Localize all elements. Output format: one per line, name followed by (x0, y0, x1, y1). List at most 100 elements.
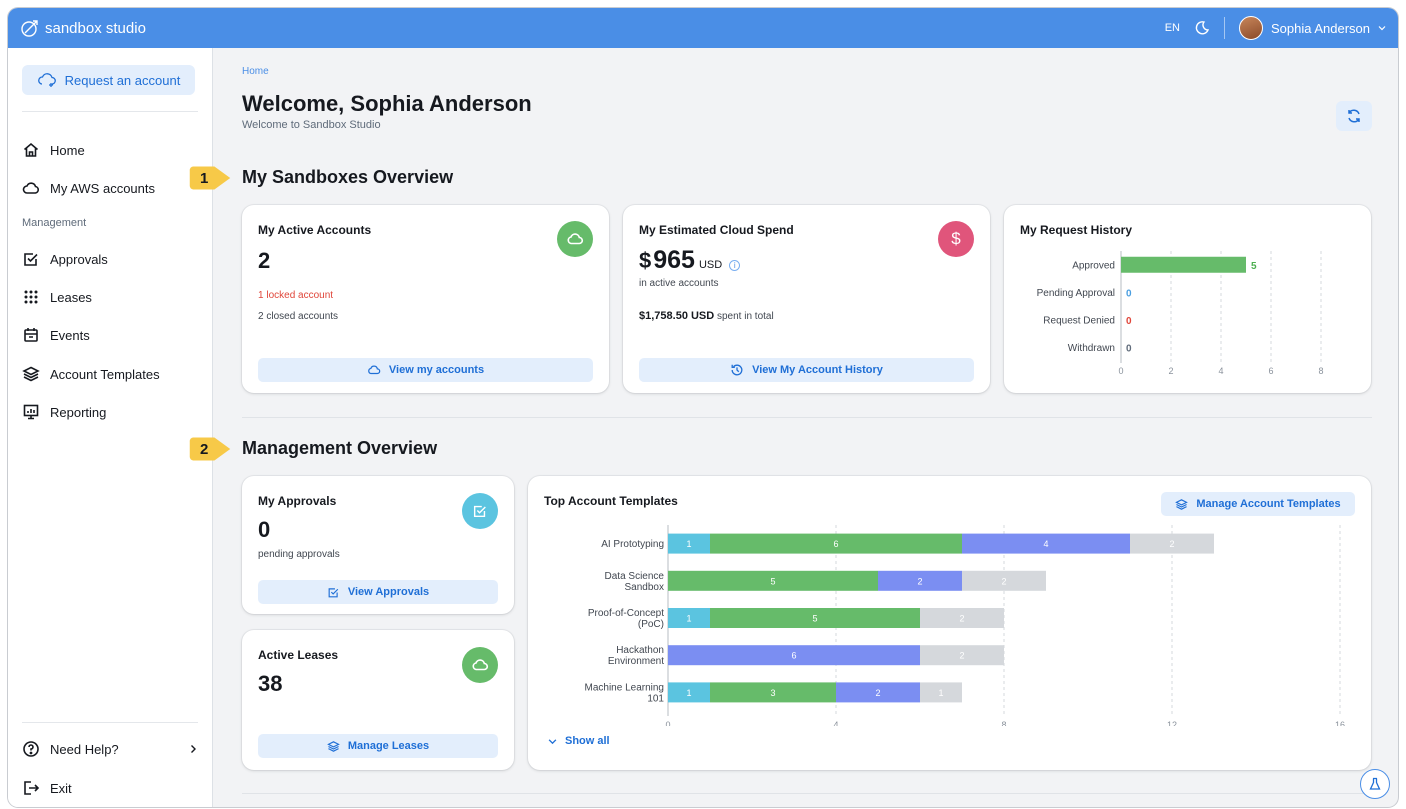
data-label: 2 (875, 688, 880, 698)
data-label: 2 (917, 576, 922, 586)
sidebar-item-reporting[interactable]: Reporting (22, 403, 106, 421)
data-label: 3 (770, 688, 775, 698)
sidebar-item-account-templates[interactable]: Account Templates (22, 365, 160, 383)
x-tick-label: 2 (1168, 366, 1173, 376)
callout-marker-1: 1 (188, 166, 232, 190)
checkbox-icon (473, 505, 486, 518)
user-menu[interactable]: Sophia Anderson (1238, 16, 1386, 40)
sidebar-item-need-help[interactable]: Need Help? (22, 740, 198, 758)
section-title-sandboxes: My Sandboxes Overview (242, 167, 454, 187)
help-circle-icon (23, 741, 39, 757)
spend-value: 965 (653, 246, 695, 274)
presentation-chart-icon (23, 404, 39, 420)
sidebar-divider (22, 722, 198, 723)
top-templates-card: Top Account Templates Manage Account Tem… (528, 476, 1371, 770)
section-divider (242, 417, 1372, 418)
manage-account-templates-button[interactable]: Manage Account Templates (1161, 492, 1355, 516)
breadcrumb[interactable]: Home (242, 66, 269, 77)
callout-number: 2 (200, 441, 209, 458)
data-label: 0 (1126, 288, 1132, 299)
view-account-history-button[interactable]: View My Account History (639, 358, 974, 382)
y-tick-label: Machine Learning 101 (585, 682, 665, 704)
active-accounts-card: My Active Accounts 2 1 locked account 2 … (242, 205, 609, 393)
app-window: sandbox studio EN Sophia Anderson Reques… (8, 8, 1398, 807)
refresh-button[interactable] (1336, 101, 1372, 131)
data-label: 5 (1251, 261, 1257, 272)
data-label: 1 (686, 539, 691, 549)
locked-count: 1 (258, 290, 264, 301)
closed-accounts-line: 2 closed accounts (258, 311, 338, 322)
show-all-label: Show all (565, 735, 610, 747)
sidebar-section-label: Management (22, 217, 87, 229)
data-label: 0 (1126, 316, 1132, 327)
x-tick-label: 8 (1318, 366, 1323, 376)
view-my-accounts-button[interactable]: View my accounts (258, 358, 593, 382)
card-title: My Estimated Cloud Spend (639, 223, 794, 237)
y-tick-label: Withdrawn (1068, 343, 1115, 354)
button-label: Manage Account Templates (1196, 498, 1341, 510)
callout-shape (189, 166, 231, 190)
active-leases-card: Active Leases 38 Manage Leases (242, 630, 514, 770)
sidebar-item-events[interactable]: Events (22, 326, 90, 344)
dark-mode-icon[interactable] (1194, 20, 1210, 36)
sidebar-divider (22, 111, 198, 112)
button-label: View Approvals (347, 586, 430, 598)
sidebar-item-exit[interactable]: Exit (22, 779, 72, 797)
card-title: Top Account Templates (544, 494, 678, 508)
flask-button[interactable] (1360, 769, 1390, 799)
x-tick-label: 0 (1118, 366, 1123, 376)
sidebar-item-label: Need Help? (50, 741, 119, 757)
grid-dots-icon (24, 290, 38, 304)
sidebar-item-approvals[interactable]: Approvals (22, 250, 108, 268)
callout-number: 1 (200, 170, 209, 187)
request-account-button[interactable]: Request an account (22, 65, 195, 95)
dollar-badge: $ (938, 221, 974, 257)
sidebar-item-aws-accounts[interactable]: My AWS accounts (22, 179, 155, 197)
user-name: Sophia Anderson (1270, 20, 1370, 36)
dollar-icon: $ (951, 229, 961, 248)
manage-leases-button[interactable]: Manage Leases (258, 734, 498, 758)
info-icon[interactable]: i (729, 260, 741, 271)
button-label: Manage Leases (347, 740, 430, 752)
page-title: Welcome, Sophia Anderson (242, 91, 532, 116)
data-label: 1 (686, 614, 691, 624)
flask-icon (1369, 777, 1381, 790)
sidebar-item-leases[interactable]: Leases (22, 288, 92, 306)
main-content: Home Welcome, Sophia Anderson Welcome to… (189, 48, 1398, 807)
exit-icon (24, 781, 40, 795)
cloud-icon (567, 233, 584, 245)
approvals-card: My Approvals 0 pending approvals View Ap… (242, 476, 514, 614)
cloud-badge (557, 221, 593, 257)
approvals-count: 0 (258, 517, 271, 542)
sidebar-item-label: Account Templates (50, 366, 160, 382)
card-title: My Approvals (258, 494, 337, 508)
layers-icon (22, 366, 40, 382)
sidebar-item-label: Reporting (50, 404, 107, 420)
data-label: 2 (959, 651, 964, 661)
language-selector[interactable]: EN (1165, 22, 1180, 34)
data-label: 2 (1169, 539, 1174, 549)
app-logo[interactable]: sandbox studio (20, 18, 146, 38)
top-templates-chart: 0 4 8 12 16AI Prototyping 1 6 4 2Data Science San… (585, 525, 1345, 726)
spend-note: in active accounts (639, 278, 719, 289)
data-label: 1 (686, 688, 691, 698)
sidebar-item-label: Leases (50, 289, 92, 305)
sidebar-item-label: Home (50, 142, 85, 158)
show-all-link[interactable]: Show all (548, 735, 610, 747)
view-approvals-button[interactable]: View Approvals (258, 580, 498, 604)
locked-label: locked account (266, 290, 334, 301)
sidebar-item-home[interactable]: Home (22, 141, 85, 159)
currency-symbol: $ (639, 248, 652, 273)
x-tick-label: 12 (1167, 720, 1177, 726)
data-label: 5 (812, 614, 817, 624)
y-tick-label: AI Prototyping (601, 539, 664, 550)
y-tick-label: Proof-of-Concept (PoC) (588, 608, 664, 630)
home-icon (23, 142, 39, 157)
data-label: 2 (1001, 576, 1006, 586)
x-tick-label: 8 (1001, 720, 1006, 726)
request-history-chart: 0 2 4 6 8 Approved 5 Pending Approval 0 Request D… (1037, 251, 1324, 376)
spend-unit: USD (698, 259, 723, 271)
layers-icon (326, 740, 340, 752)
sidebar-item-label: My AWS accounts (50, 180, 155, 196)
y-tick-label: Approved (1072, 260, 1115, 271)
